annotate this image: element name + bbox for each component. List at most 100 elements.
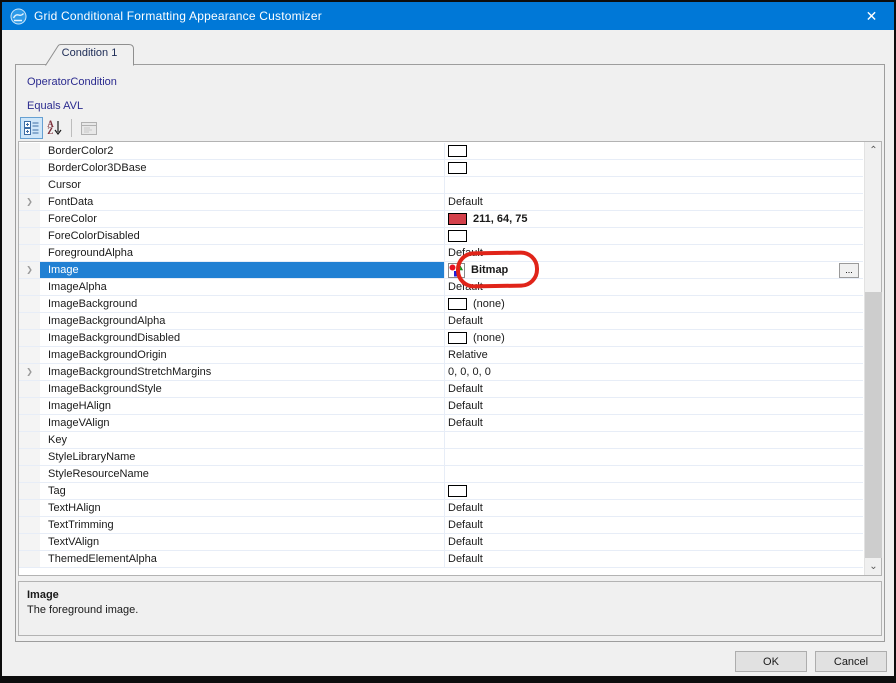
property-value[interactable] [445, 466, 863, 482]
expander-icon[interactable]: ❯ [26, 198, 33, 206]
property-value-text: Default [448, 400, 483, 412]
property-name[interactable]: ImageAlpha [40, 279, 445, 295]
row-outline-margin [19, 449, 40, 465]
property-value[interactable]: Default [445, 415, 863, 431]
property-name[interactable]: Image [40, 262, 445, 278]
property-name[interactable]: ThemedElementAlpha [40, 551, 445, 567]
grid-row[interactable]: Cursor [19, 177, 863, 194]
property-name[interactable]: ImageBackgroundStyle [40, 381, 445, 397]
property-value[interactable]: Default [445, 551, 863, 567]
grid-row[interactable]: ImageBackgroundOrigin Relative [19, 347, 863, 364]
grid-row[interactable]: ForeColorDisabled [19, 228, 863, 245]
property-name[interactable]: ForegroundAlpha [40, 245, 445, 261]
row-outline-margin [19, 415, 40, 431]
grid-row[interactable]: Key [19, 432, 863, 449]
grid-row[interactable]: BorderColor3DBase [19, 160, 863, 177]
vertical-scrollbar[interactable]: ⌃ ⌄ [864, 142, 882, 575]
ellipsis-editor-button[interactable]: ... [839, 263, 859, 278]
property-value[interactable] [445, 143, 863, 159]
property-name[interactable]: ImageBackgroundAlpha [40, 313, 445, 329]
property-value[interactable]: Default [445, 245, 863, 261]
property-value[interactable] [445, 228, 863, 244]
sort-alphabetical-button[interactable]: AZ [43, 117, 66, 139]
cancel-button[interactable]: Cancel [815, 651, 887, 672]
property-value-text: Bitmap [471, 264, 509, 276]
property-value[interactable]: Relative [445, 347, 863, 363]
grid-row[interactable]: TextHAlign Default [19, 500, 863, 517]
scrollbar-thumb[interactable] [865, 292, 882, 558]
grid-row[interactable]: ❯ ImageBackgroundStretchMargins 0, 0, 0, 0 [19, 364, 863, 381]
property-name[interactable]: ImageVAlign [40, 415, 445, 431]
property-value[interactable]: 0, 0, 0, 0 [445, 364, 863, 380]
property-value[interactable] [445, 160, 863, 176]
property-value[interactable]: 211, 64, 75 [445, 211, 863, 227]
categorized-view-button[interactable] [20, 117, 43, 139]
property-value[interactable]: Default [445, 279, 863, 295]
property-name[interactable]: TextVAlign [40, 534, 445, 550]
tab-condition-1[interactable]: Condition 1 [45, 44, 134, 66]
property-name[interactable]: ImageHAlign [40, 398, 445, 414]
grid-row[interactable]: ImageVAlign Default [19, 415, 863, 432]
property-name[interactable]: ImageBackgroundOrigin [40, 347, 445, 363]
property-name[interactable]: TextTrimming [40, 517, 445, 533]
property-name[interactable]: Cursor [40, 177, 445, 193]
property-value[interactable]: Default [445, 500, 863, 516]
property-value[interactable] [445, 483, 863, 499]
property-name[interactable]: ForeColorDisabled [40, 228, 445, 244]
grid-row[interactable]: StyleLibraryName [19, 449, 863, 466]
grid-row[interactable]: ❯ Image Bitmap... [19, 262, 863, 279]
property-value[interactable]: Default [445, 534, 863, 550]
grid-row[interactable]: ForeColor 211, 64, 75 [19, 211, 863, 228]
property-name[interactable]: FontData [40, 194, 445, 210]
property-name[interactable]: TextHAlign [40, 500, 445, 516]
property-name[interactable]: ImageBackground [40, 296, 445, 312]
property-name[interactable]: Key [40, 432, 445, 448]
grid-row[interactable]: ImageBackgroundDisabled (none) [19, 330, 863, 347]
property-name[interactable]: ForeColor [40, 211, 445, 227]
property-name[interactable]: BorderColor2 [40, 143, 445, 159]
grid-row[interactable]: ❯ FontData Default [19, 194, 863, 211]
grid-row[interactable]: BorderColor2 [19, 143, 863, 160]
expander-icon[interactable]: ❯ [26, 368, 33, 376]
property-value[interactable]: (none) [445, 296, 863, 312]
grid-row[interactable]: ImageHAlign Default [19, 398, 863, 415]
color-swatch-icon [448, 332, 467, 344]
grid-row[interactable]: TextTrimming Default [19, 517, 863, 534]
scroll-down-icon[interactable]: ⌄ [865, 558, 882, 575]
property-value[interactable] [445, 177, 863, 193]
grid-row[interactable]: ImageBackgroundAlpha Default [19, 313, 863, 330]
row-outline-margin: ❯ [19, 194, 40, 210]
property-value[interactable]: (none) [445, 330, 863, 346]
grid-row[interactable]: ThemedElementAlpha Default [19, 551, 863, 568]
property-value-text: Default [448, 502, 483, 514]
grid-row[interactable]: ImageBackgroundStyle Default [19, 381, 863, 398]
grid-row[interactable]: TextVAlign Default [19, 534, 863, 551]
property-value[interactable]: Default [445, 398, 863, 414]
property-value[interactable]: Default [445, 381, 863, 397]
property-name[interactable]: StyleResourceName [40, 466, 445, 482]
property-name[interactable]: StyleLibraryName [40, 449, 445, 465]
expander-icon[interactable]: ❯ [26, 266, 33, 274]
scroll-up-icon[interactable]: ⌃ [865, 142, 882, 159]
property-value[interactable] [445, 449, 863, 465]
grid-row[interactable]: Tag [19, 483, 863, 500]
grid-row[interactable]: ForegroundAlpha Default [19, 245, 863, 262]
property-name[interactable]: BorderColor3DBase [40, 160, 445, 176]
property-value[interactable]: Default [445, 313, 863, 329]
color-swatch-icon [448, 298, 467, 310]
ok-button[interactable]: OK [735, 651, 807, 672]
row-outline-margin [19, 398, 40, 414]
property-value[interactable] [445, 432, 863, 448]
grid-row[interactable]: ImageBackground (none) [19, 296, 863, 313]
grid-row[interactable]: ImageAlpha Default [19, 279, 863, 296]
property-value-text: (none) [473, 298, 505, 310]
grid-row[interactable]: StyleResourceName [19, 466, 863, 483]
property-name[interactable]: ImageBackgroundDisabled [40, 330, 445, 346]
property-name[interactable]: ImageBackgroundStretchMargins [40, 364, 445, 380]
property-value[interactable]: Default [445, 517, 863, 533]
property-value[interactable]: Default [445, 194, 863, 210]
property-name[interactable]: Tag [40, 483, 445, 499]
property-value[interactable]: Bitmap... [445, 262, 863, 278]
row-outline-margin [19, 483, 40, 499]
close-icon[interactable]: ✕ [849, 2, 894, 30]
